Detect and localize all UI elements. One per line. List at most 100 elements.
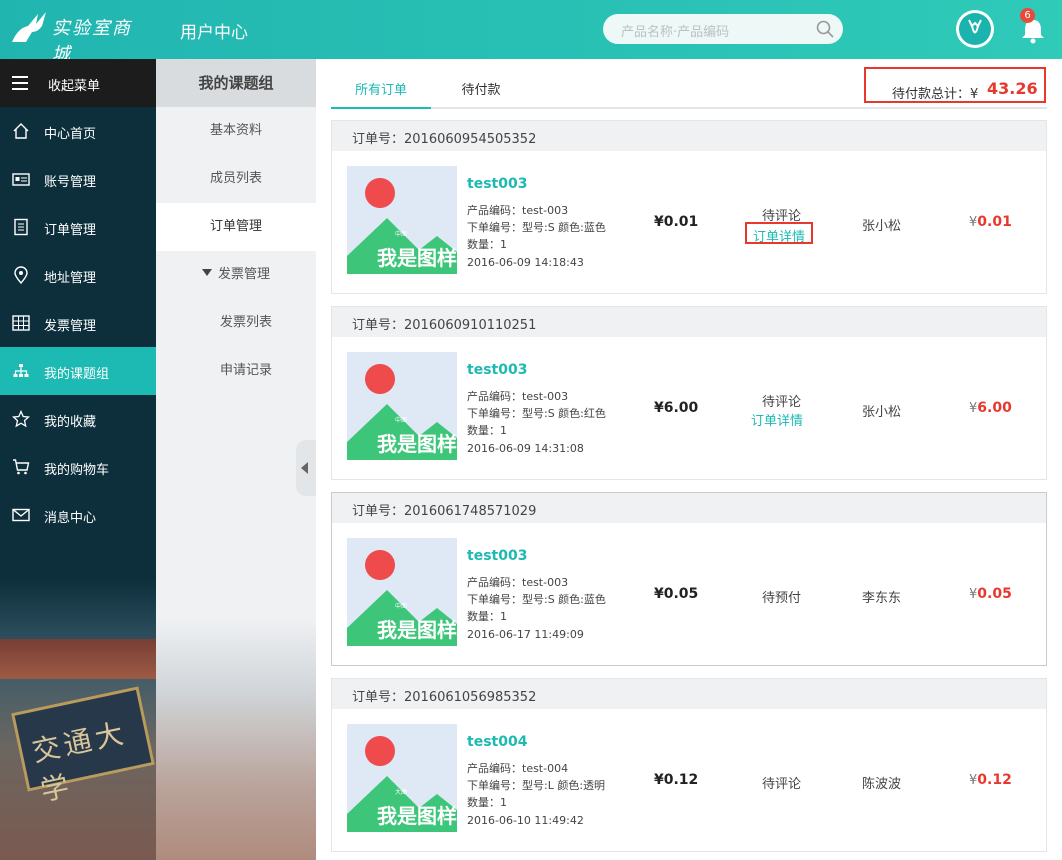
order-number: 订单号：2016061056985352 [352, 690, 537, 705]
chevron-left-icon [301, 462, 308, 474]
product-code: 产品编码：test-003 [467, 204, 569, 217]
order-status: 待预付 [762, 591, 802, 606]
product-quantity: 数量：1 [467, 610, 507, 623]
document-icon [14, 218, 28, 236]
order-amount: ¥6.00 [969, 400, 1012, 416]
search-input[interactable]: 产品名称·产品编码 [603, 14, 843, 44]
order-detail-link[interactable]: 订单详情 [745, 222, 814, 245]
sidebar-item-label: 地址管理 [44, 271, 97, 286]
product-thumbnail[interactable]: 中图 我是图样 [347, 166, 457, 274]
search-icon[interactable] [815, 19, 835, 39]
order-number: 订单号：2016060954505352 [352, 132, 537, 147]
notification-badge: 6 [1020, 8, 1035, 23]
order-header: 订单号：2016061748571029 [332, 493, 1046, 523]
order-header: 订单号：2016061056985352 [332, 679, 1046, 709]
sidebar-item-label: 消息中心 [44, 511, 97, 526]
main-content: 所有订单 待付款 待付款总计：¥ 43.26 订单号：2016060954505… [316, 59, 1062, 860]
envelope-icon [12, 508, 30, 522]
order-card: 订单号：2016061748571029 中图 我是图样 test003 产品编… [331, 492, 1047, 666]
search-placeholder: 产品名称·产品编码 [621, 25, 730, 40]
location-pin-icon [14, 266, 28, 284]
total-label: 待付款总计：¥ [892, 87, 979, 102]
order-card: 订单号：2016060910110251 中图 我是图样 test003 产品编… [331, 306, 1047, 480]
buyer-name: 张小松 [862, 219, 902, 234]
product-spec: 下单编号：型号:S 颜色:红色 [467, 407, 606, 420]
sidebar-item-label: 我的收藏 [44, 415, 97, 430]
collapse-panel-handle[interactable] [296, 440, 316, 496]
buyer-name: 陈波波 [862, 777, 902, 792]
sub-item-basic-info[interactable]: 基本资料 [156, 107, 316, 155]
unit-price: ¥6.00 [654, 400, 699, 416]
sidebar-item-label: 我的课题组 [44, 367, 110, 382]
campus-sign-text: 交通大学 [29, 716, 131, 808]
product-code: 产品编码：test-004 [467, 762, 569, 775]
sidebar-item-label: 账号管理 [44, 175, 97, 190]
order-number: 订单号：2016061748571029 [352, 504, 537, 519]
home-icon [13, 123, 29, 139]
header-title: 用户中心 [180, 23, 248, 43]
sub-item-label: 发票管理 [217, 267, 270, 282]
order-detail-link[interactable]: 订单详情 [745, 408, 809, 430]
product-name-link[interactable]: test003 [467, 362, 527, 378]
sidebar-item-cart[interactable]: 我的购物车 [0, 443, 156, 491]
product-spec: 下单编号：型号:S 颜色:蓝色 [467, 593, 606, 606]
product-code: 产品编码：test-003 [467, 576, 569, 589]
sub-item-order-management[interactable]: 订单管理 [156, 203, 316, 251]
sub-sidebar: 我的课题组 基本资料 成员列表 订单管理 发票管理 发票列表 申请记录 [156, 59, 316, 860]
order-header: 订单号：2016060954505352 [332, 121, 1046, 151]
unit-price: ¥0.12 [654, 772, 699, 788]
sub-sidebar-title: 我的课题组 [156, 59, 316, 107]
sub-item-member-list[interactable]: 成员列表 [156, 155, 316, 203]
caret-down-icon [201, 269, 212, 276]
sidebar-item-label: 订单管理 [44, 223, 97, 238]
sub-item-application-records[interactable]: 申请记录 [156, 347, 316, 395]
buyer-name: 张小松 [862, 405, 902, 420]
sidebar-item-research-group[interactable]: 我的课题组 [0, 347, 156, 395]
sidebar-item-label: 中心首页 [44, 127, 97, 142]
logo[interactable]: 实验室商城 [8, 6, 148, 65]
sidebar-item-address[interactable]: 地址管理 [0, 251, 156, 299]
sidebar-item-account[interactable]: 账号管理 [0, 155, 156, 203]
sub-item-invoice-list[interactable]: 发票列表 [156, 299, 316, 347]
tab-all-orders[interactable]: 所有订单 [331, 79, 431, 109]
tab-pending-payment[interactable]: 待付款 [446, 79, 516, 109]
collapse-menu-label: 收起菜单 [48, 79, 101, 94]
order-card: 订单号：2016061056985352 大图 我是图样 test004 产品编… [331, 678, 1047, 852]
sidebar-item-messages[interactable]: 消息中心 [0, 491, 156, 539]
total-value: 43.26 [987, 79, 1038, 98]
antelope-logo-icon [12, 12, 46, 42]
avatar[interactable] [956, 10, 994, 48]
sidebar: 交通大学 收起菜单 中心首页 账号管理 订单管理 地址管理 发票管理 我的课题组… [0, 59, 156, 860]
sidebar-item-orders[interactable]: 订单管理 [0, 203, 156, 251]
order-time: 2016-06-09 14:31:08 [467, 442, 584, 455]
sidebar-item-invoice[interactable]: 发票管理 [0, 299, 156, 347]
campus-background-image: 交通大学 [0, 579, 156, 860]
order-time: 2016-06-10 11:49:42 [467, 814, 584, 827]
product-quantity: 数量：1 [467, 424, 507, 437]
unit-price: ¥0.01 [654, 214, 699, 230]
product-thumbnail[interactable]: 中图 我是图样 [347, 538, 457, 646]
order-amount: ¥0.05 [969, 586, 1012, 602]
product-thumbnail[interactable]: 中图 我是图样 [347, 352, 457, 460]
sub-item-invoice-management[interactable]: 发票管理 [156, 251, 316, 299]
collapse-menu-button[interactable]: 收起菜单 [0, 59, 156, 107]
pending-payment-total: 待付款总计：¥ 43.26 [864, 67, 1046, 103]
product-spec: 下单编号：型号:S 颜色:蓝色 [467, 221, 606, 234]
unit-price: ¥0.05 [654, 586, 699, 602]
order-number: 订单号：2016060910110251 [352, 318, 537, 333]
product-quantity: 数量：1 [467, 796, 507, 809]
sidebar-item-favorites[interactable]: 我的收藏 [0, 395, 156, 443]
product-name-link[interactable]: test003 [467, 548, 527, 564]
product-name-link[interactable]: test004 [467, 734, 527, 750]
order-amount: ¥0.12 [969, 772, 1012, 788]
buyer-name: 李东东 [862, 591, 902, 606]
building-background-image [156, 619, 316, 860]
sidebar-item-home[interactable]: 中心首页 [0, 107, 156, 155]
org-chart-icon [13, 364, 29, 377]
product-thumbnail[interactable]: 大图 我是图样 [347, 724, 457, 832]
order-time: 2016-06-17 11:49:09 [467, 628, 584, 641]
product-quantity: 数量：1 [467, 238, 507, 251]
sidebar-item-label: 我的购物车 [44, 463, 110, 478]
product-spec: 下单编号：型号:L 颜色:透明 [467, 779, 606, 792]
product-name-link[interactable]: test003 [467, 176, 527, 192]
